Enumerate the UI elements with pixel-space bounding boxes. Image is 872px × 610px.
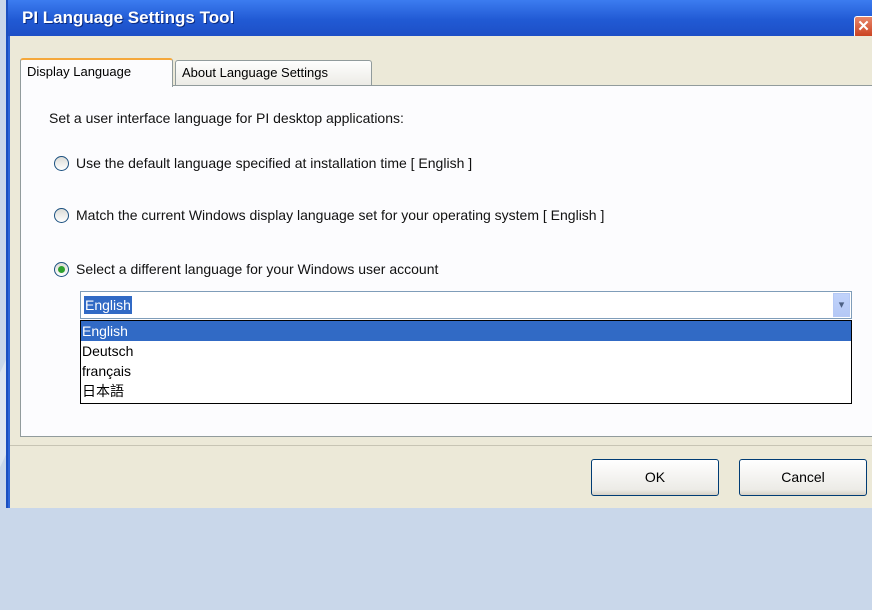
tab-display-language[interactable]: Display Language (20, 58, 173, 87)
window-title: PI Language Settings Tool (22, 8, 235, 27)
close-icon[interactable]: ✕ (854, 16, 872, 38)
cancel-button[interactable]: Cancel (739, 459, 867, 496)
language-option-english[interactable]: English (81, 321, 851, 341)
ok-button[interactable]: OK (591, 459, 719, 496)
radio-default-language[interactable] (54, 155, 69, 171)
language-option-deutsch[interactable]: Deutsch (81, 341, 851, 361)
option-different-language-label: Select a different language for your Win… (76, 261, 439, 277)
language-dropdown-list: English Deutsch français 日本語 (80, 320, 852, 404)
option-windows-language[interactable]: Match the current Windows display langua… (54, 207, 604, 223)
radio-different-language[interactable] (54, 261, 69, 277)
option-default-language-label: Use the default language specified at in… (76, 155, 473, 171)
dialog-window: PI Language Settings Tool ✕ Display Lang… (6, 0, 872, 508)
footer-divider (10, 445, 872, 446)
intro-text: Set a user interface language for PI des… (49, 110, 404, 126)
language-option-japanese[interactable]: 日本語 (81, 381, 851, 401)
chevron-down-icon[interactable]: ▾ (833, 293, 850, 317)
language-option-francais[interactable]: français (81, 361, 851, 381)
dialog-client: Display Language About Language Settings… (10, 36, 872, 508)
option-windows-language-label: Match the current Windows display langua… (76, 207, 605, 223)
language-select[interactable]: English ▾ (80, 291, 852, 319)
title-bar[interactable]: PI Language Settings Tool ✕ (8, 0, 872, 38)
option-different-language[interactable]: Select a different language for your Win… (54, 261, 438, 277)
language-select-value: English (84, 296, 132, 314)
radio-windows-language[interactable] (54, 207, 69, 223)
option-default-language[interactable]: Use the default language specified at in… (54, 155, 472, 171)
tab-about-language-settings[interactable]: About Language Settings (175, 60, 372, 85)
